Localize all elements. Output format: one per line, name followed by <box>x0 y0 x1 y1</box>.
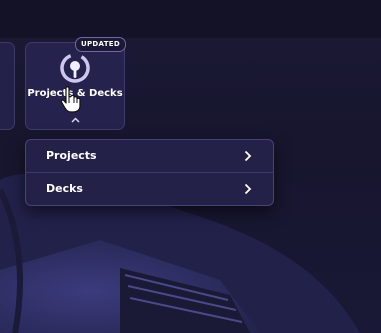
category-tile-partial[interactable]: s <box>0 42 15 130</box>
top-bar <box>0 0 381 38</box>
menu-item-projects[interactable]: Projects <box>26 140 273 173</box>
updated-badge: UPDATED <box>75 37 126 52</box>
screen: s Projects & Decks UPDATED Projects Deck… <box>0 0 381 333</box>
projects-decks-dropdown: Projects Decks <box>25 139 274 206</box>
chevron-up-icon <box>71 117 80 123</box>
hand-cursor-icon <box>60 86 81 113</box>
menu-item-label: Decks <box>46 182 83 195</box>
category-tile-partial-label: s <box>0 88 11 99</box>
menu-item-decks[interactable]: Decks <box>26 173 273 205</box>
chevron-right-icon <box>244 183 252 195</box>
chevron-right-icon <box>244 150 252 162</box>
projects-decks-icon <box>60 53 90 83</box>
menu-item-label: Projects <box>46 149 97 162</box>
